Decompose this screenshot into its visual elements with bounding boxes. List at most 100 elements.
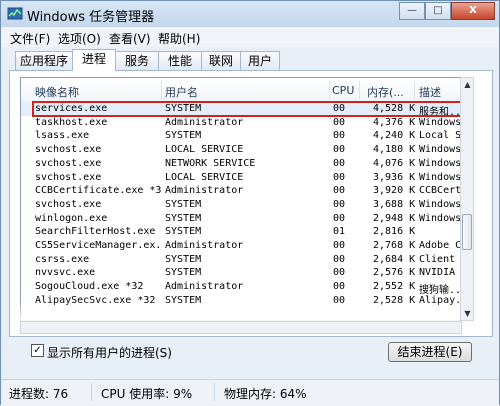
- cell-cpu: 00: [333, 281, 346, 293]
- cell-memory: 3,920 K: [373, 185, 415, 197]
- scrollbar-thumb[interactable]: [462, 214, 472, 250]
- status-bar: 进程数: 76 CPU 使用率: 9% 物理内存: 64%: [1, 379, 499, 406]
- cell-description: CCBCert...: [419, 185, 461, 197]
- table-row[interactable]: SogouCloud.exe *32 Administrator 00 2,552 K…: [21, 280, 461, 296]
- cell-cpu: 00: [333, 267, 346, 279]
- cell-memory: 2,816 K: [373, 226, 415, 238]
- cell-cpu: 00: [333, 130, 346, 142]
- table-row[interactable]: svchost.exe LOCAL SERVICE 00 4,180 K Windows…: [21, 143, 461, 157]
- minimize-button[interactable]: —: [399, 2, 425, 20]
- cell-user-name: SYSTEM: [165, 226, 202, 238]
- cell-cpu: 00: [333, 185, 346, 197]
- cell-description: Windows...: [419, 144, 461, 156]
- menu-file[interactable]: 文件(F): [10, 30, 50, 47]
- tab-services[interactable]: 服务: [115, 51, 159, 70]
- cell-user-name: SYSTEM: [165, 294, 202, 306]
- menu-help[interactable]: 帮助(H): [158, 30, 200, 47]
- cell-description: Local S...: [419, 130, 461, 142]
- cell-memory: 2,684 K: [373, 253, 415, 265]
- close-button[interactable]: X: [451, 2, 495, 20]
- column-header-image-name[interactable]: 映像名称: [35, 84, 79, 100]
- menu-options[interactable]: 选项(O): [58, 30, 101, 47]
- table-row[interactable]: svchost.exe SYSTEM 00 3,688 K Windows...: [21, 198, 461, 212]
- cell-user-name: NETWORK SERVICE: [165, 157, 256, 169]
- table-row[interactable]: services.exeSYSTEM004,528 K服务和...: [21, 102, 461, 118]
- cell-image-name: svchost.exe: [35, 157, 102, 169]
- cell-memory: 4,240 K: [373, 130, 415, 142]
- table-row[interactable]: CS5ServiceManager.ex... Administrator 00 2,…: [21, 239, 461, 253]
- cell-image-name: csrss.exe: [35, 253, 90, 265]
- cell-user-name: LOCAL SERVICE: [165, 144, 244, 156]
- tab-users[interactable]: 用户: [240, 51, 280, 70]
- cell-image-name: winlogon.exe: [35, 212, 108, 224]
- cell-cpu: 00: [333, 144, 346, 156]
- horizontal-scrollbar[interactable]: [20, 321, 462, 334]
- cell-description: NVIDIA ...: [419, 267, 461, 279]
- show-all-users-checkbox[interactable]: ✓: [31, 344, 44, 357]
- cell-description: Windows...: [419, 198, 461, 210]
- menu-bar: 文件(F) 选项(O) 查看(V) 帮助(H): [1, 27, 499, 47]
- cell-cpu: 00: [333, 294, 346, 306]
- cell-image-name: lsass.exe: [35, 130, 90, 142]
- table-row[interactable]: taskhost.exe Administrator 00 4,376 K Window…: [21, 116, 461, 130]
- status-physical-memory: 物理内存: 64%: [224, 387, 307, 401]
- cell-memory: 3,936 K: [373, 171, 415, 183]
- process-list[interactable]: 映像名称 用户名 CPU 内存(... 描述 services.exe SYSTE…: [20, 77, 462, 321]
- table-row[interactable]: winlogon.exe SYSTEM 00 2,948 K Windows...: [21, 212, 461, 226]
- scroll-up-arrow-icon[interactable]: ▲: [462, 79, 473, 90]
- end-process-button[interactable]: 结束进程(E): [388, 342, 472, 362]
- table-row[interactable]: SearchFilterHost.exe SYSTEM 01 2,816 K: [21, 225, 461, 239]
- cell-image-name: CS5ServiceManager.ex...: [35, 240, 161, 251]
- table-row[interactable]: AlipaySecSvc.exe *32 SYSTEM 00 2,528 K Alipa…: [21, 294, 461, 308]
- cell-cpu: 00: [333, 116, 346, 128]
- cell-description: Client ...: [419, 253, 461, 265]
- cell-cpu: 00: [333, 157, 346, 169]
- cell-image-name: svchost.exe: [35, 144, 102, 156]
- window-title: Windows 任务管理器: [27, 10, 155, 25]
- cell-description: Adobe C...: [419, 240, 461, 251]
- cell-user-name: SYSTEM: [165, 130, 202, 142]
- cell-user-name: Administrator: [165, 281, 244, 293]
- scroll-down-arrow-icon[interactable]: ▼: [462, 308, 473, 319]
- cell-user-name: Administrator: [165, 240, 244, 251]
- cell-description: Alipay...: [419, 294, 461, 306]
- cell-memory: 4,376 K: [373, 116, 415, 128]
- vertical-scrollbar[interactable]: ▲ ▼: [460, 77, 474, 321]
- cell-memory: 4,076 K: [373, 157, 415, 169]
- table-row[interactable]: csrss.exe SYSTEM 00 2,684 K Client ...: [21, 253, 461, 267]
- cell-user-name: SYSTEM: [165, 253, 202, 265]
- cell-memory: 2,552 K: [373, 281, 415, 293]
- cell-cpu: 00: [333, 198, 346, 210]
- title-bar[interactable]: Windows 任务管理器 — □ X: [1, 1, 499, 27]
- tab-processes[interactable]: 进程: [72, 49, 116, 71]
- menu-view[interactable]: 查看(V): [109, 30, 151, 47]
- status-cpu-usage: CPU 使用率: 9%: [101, 387, 193, 401]
- maximize-button[interactable]: □: [425, 2, 451, 20]
- cell-user-name: LOCAL SERVICE: [165, 171, 244, 183]
- column-header-user-name[interactable]: 用户名: [165, 84, 198, 100]
- show-all-users-label[interactable]: 显示所有用户的进程(S): [47, 344, 172, 361]
- column-header-memory[interactable]: 内存(...: [367, 84, 404, 100]
- cell-memory: 2,528 K: [373, 294, 415, 306]
- cell-cpu: 00: [333, 103, 346, 114]
- tab-networking[interactable]: 联网: [201, 51, 241, 70]
- table-row[interactable]: nvvsvc.exe SYSTEM 00 2,576 K NVIDIA ...: [21, 266, 461, 280]
- tab-performance[interactable]: 性能: [158, 51, 202, 70]
- cell-user-name: Administrator: [165, 185, 244, 197]
- cell-cpu: 00: [333, 171, 346, 183]
- table-row[interactable]: CCBCertificate.exe *32 Administrator 00 3,9…: [21, 184, 461, 198]
- cell-user-name: SYSTEM: [165, 267, 202, 279]
- cell-image-name: svchost.exe: [35, 198, 102, 210]
- task-manager-window: Windows 任务管理器 — □ X 文件(F) 选项(O) 查看(V) 帮助…: [0, 0, 500, 406]
- cell-image-name: CCBCertificate.exe *32: [35, 185, 161, 197]
- status-process-count: 进程数: 76: [9, 387, 69, 401]
- tab-applications[interactable]: 应用程序: [15, 51, 73, 70]
- column-header-description[interactable]: 描述: [419, 84, 441, 100]
- table-row[interactable]: svchost.exe LOCAL SERVICE 00 3,936 K Windows…: [21, 171, 461, 185]
- cell-description: Windows...: [419, 212, 461, 224]
- table-row[interactable]: lsass.exe SYSTEM 00 4,240 K Local S...: [21, 129, 461, 143]
- column-header-cpu[interactable]: CPU: [332, 84, 354, 97]
- cell-image-name: SogouCloud.exe *32: [35, 281, 144, 293]
- table-row[interactable]: svchost.exe NETWORK SERVICE 00 4,076 K Windo…: [21, 157, 461, 171]
- cell-user-name: Administrator: [165, 116, 244, 128]
